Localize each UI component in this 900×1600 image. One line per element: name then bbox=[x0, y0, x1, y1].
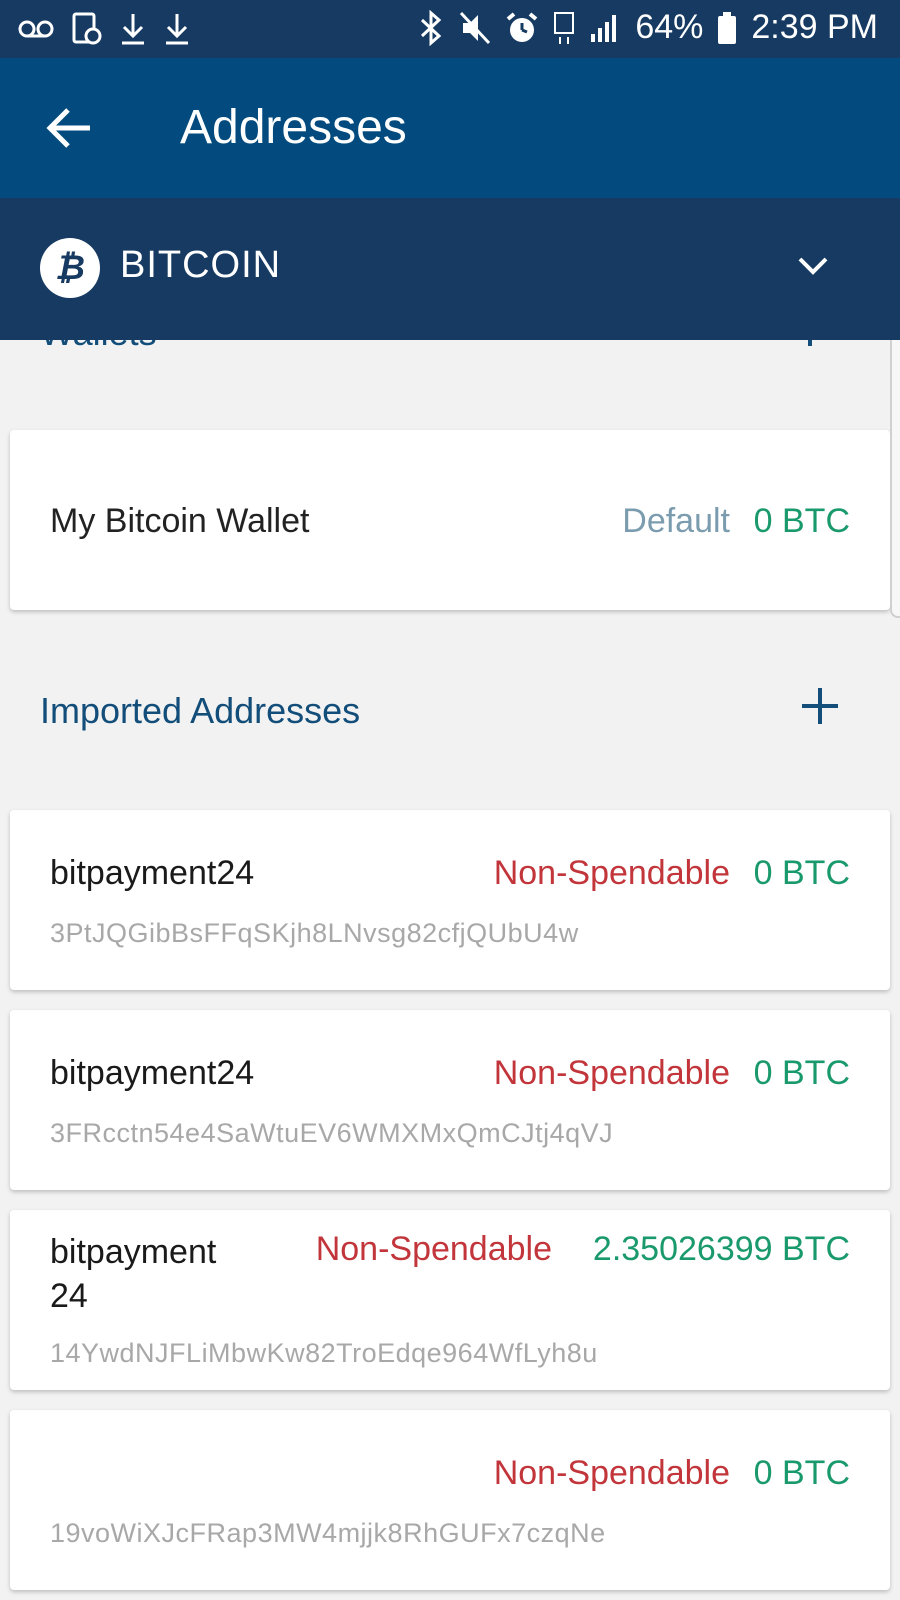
address-label: bitpayment 24 bbox=[50, 1233, 217, 1315]
address-hash: 3FRcctn54e4SaWtuEV6WMXMxQmCJtj4qVJ bbox=[50, 1118, 614, 1148]
clock: 2:39 PM bbox=[751, 8, 878, 46]
mute-icon bbox=[459, 11, 491, 45]
coin-name: BITCOIN bbox=[120, 244, 282, 286]
arrow-left-icon bbox=[46, 108, 90, 148]
address-balance: 2.35026399 BTC bbox=[592, 1230, 850, 1268]
add-imported-address-button[interactable] bbox=[796, 682, 844, 730]
address-hash: 19voWiXJcFRap3MW4mjjk8RhGUFx7czqNe bbox=[50, 1518, 606, 1548]
4g-lte-icon bbox=[553, 11, 575, 45]
address-hash: 14YwdNJFLiMbwKw82TroEdqe964WfLyh8u bbox=[50, 1338, 598, 1368]
status-badge: Non-Spendable bbox=[493, 854, 730, 892]
battery-icon bbox=[717, 11, 737, 45]
battery-percent: 64% bbox=[635, 8, 704, 46]
address-card[interactable]: bitpayment24 Non-Spendable 0 BTC 3PtJQGi… bbox=[10, 810, 890, 990]
chevron-down-icon bbox=[796, 254, 830, 283]
download-icon bbox=[120, 12, 146, 46]
plus-icon bbox=[802, 688, 838, 724]
imported-addresses-title: Imported Addresses bbox=[40, 690, 361, 731]
address-balance: 0 BTC bbox=[753, 1454, 850, 1492]
bitcoin-logo-icon: ₿ bbox=[40, 238, 100, 298]
status-badge: Non-Spendable bbox=[315, 1230, 552, 1268]
status-badge: Non-Spendable bbox=[493, 1054, 730, 1092]
address-card[interactable]: bitpayment24 Non-Spendable 0 BTC 3FRcctn… bbox=[10, 1010, 890, 1190]
status-left-icons bbox=[18, 12, 190, 46]
page-title: Addresses bbox=[180, 101, 407, 154]
status-right-icons: 64% 2:39 PM bbox=[417, 8, 878, 47]
app-bar: Addresses bbox=[0, 58, 900, 198]
status-bar: 64% 2:39 PM bbox=[0, 0, 900, 58]
default-badge: Default bbox=[622, 502, 730, 540]
wallet-balance: 0 BTC bbox=[753, 502, 850, 540]
address-hash: 3PtJQGibBsFFqSKjh8LNvsg82cfjQUbU4w bbox=[50, 918, 579, 948]
address-balance: 0 BTC bbox=[753, 1054, 850, 1092]
back-button[interactable] bbox=[44, 102, 96, 154]
address-card[interactable]: bitpayment 24 Non-Spendable 2.35026399 B… bbox=[10, 1210, 890, 1390]
status-badge: Non-Spendable bbox=[493, 1454, 730, 1492]
address-label: bitpayment24 bbox=[50, 854, 255, 892]
download-icon bbox=[164, 12, 190, 46]
coin-selector[interactable]: ₿ BITCOIN bbox=[0, 198, 900, 340]
bitcoin-logo-glyph: ₿ bbox=[55, 249, 85, 287]
scrollbar[interactable] bbox=[890, 318, 900, 618]
address-card[interactable]: Non-Spendable 0 BTC 19voWiXJcFRap3MW4mjj… bbox=[10, 1410, 890, 1590]
alarm-icon bbox=[505, 11, 539, 45]
signal-icon bbox=[589, 12, 621, 44]
screen-record-icon bbox=[72, 12, 102, 46]
address-balance: 0 BTC bbox=[753, 854, 850, 892]
wallet-name: My Bitcoin Wallet bbox=[50, 502, 310, 540]
wallet-card[interactable]: My Bitcoin Wallet Default 0 BTC bbox=[10, 430, 890, 610]
bluetooth-icon bbox=[417, 9, 445, 46]
voicemail-icon bbox=[18, 18, 54, 40]
address-label: bitpayment24 bbox=[50, 1054, 255, 1092]
